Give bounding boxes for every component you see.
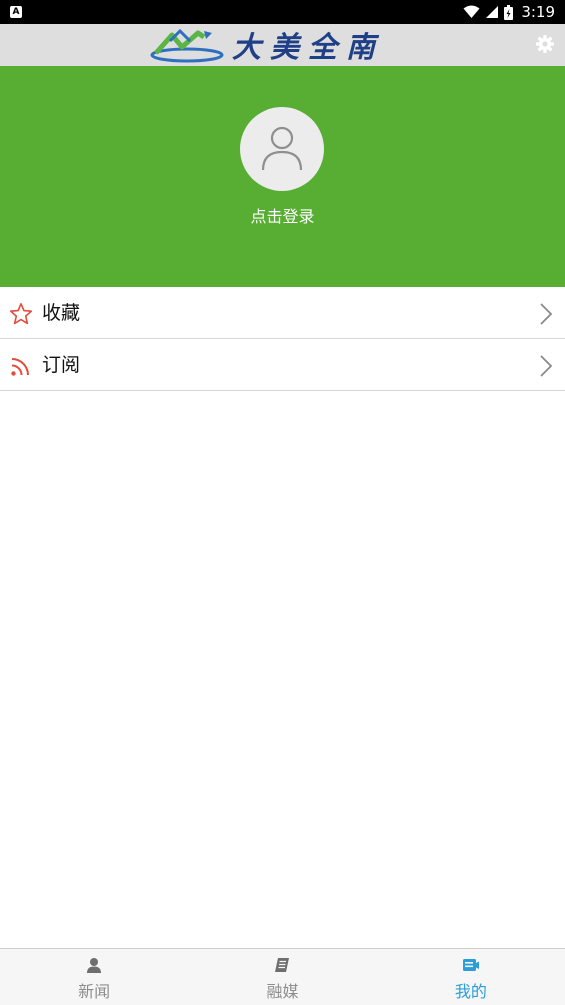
menu-item-subscriptions[interactable]: 订阅: [0, 339, 565, 391]
status-bar: A 3:19: [0, 0, 565, 24]
chevron-right-icon: [540, 355, 553, 377]
menu-list: 收藏 订阅: [0, 287, 565, 391]
user-avatar-icon: [261, 126, 303, 171]
menu-item-label: 收藏: [42, 302, 81, 324]
person-icon: [87, 958, 102, 973]
profile-card-icon: [462, 959, 479, 971]
tab-media-label: 融媒: [266, 982, 299, 1001]
tab-mine-label: 我的: [454, 982, 487, 1001]
status-time: 3:19: [521, 3, 555, 21]
tab-mine[interactable]: 我的: [377, 949, 565, 1005]
logo-text: 大美全南: [232, 30, 385, 64]
tab-media[interactable]: 融媒: [188, 949, 376, 1005]
gear-icon[interactable]: [535, 34, 555, 54]
battery-icon: [504, 4, 514, 20]
document-icon: [275, 958, 290, 972]
star-icon: [9, 303, 33, 325]
rss-icon: [11, 358, 29, 376]
mountain-logo-icon: [150, 28, 224, 63]
tab-news[interactable]: 新闻: [0, 949, 188, 1005]
login-label[interactable]: 点击登录: [0, 203, 565, 227]
tab-news-label: 新闻: [78, 982, 111, 1001]
menu-item-favorites[interactable]: 收藏: [0, 287, 565, 339]
avatar[interactable]: [240, 107, 324, 191]
profile-banner: 点击登录: [0, 66, 565, 287]
chevron-right-icon: [540, 303, 553, 325]
bottom-nav: 新闻 融媒 我的: [0, 948, 565, 1005]
signal-icon: [486, 6, 499, 18]
app-logo: 大美全南: [150, 26, 384, 64]
app-header: 大美全南: [0, 24, 565, 66]
wifi-icon: [463, 5, 480, 18]
android-a-icon: A: [10, 6, 22, 18]
status-icons: 3:19: [463, 0, 555, 24]
menu-item-label: 订阅: [42, 354, 81, 376]
